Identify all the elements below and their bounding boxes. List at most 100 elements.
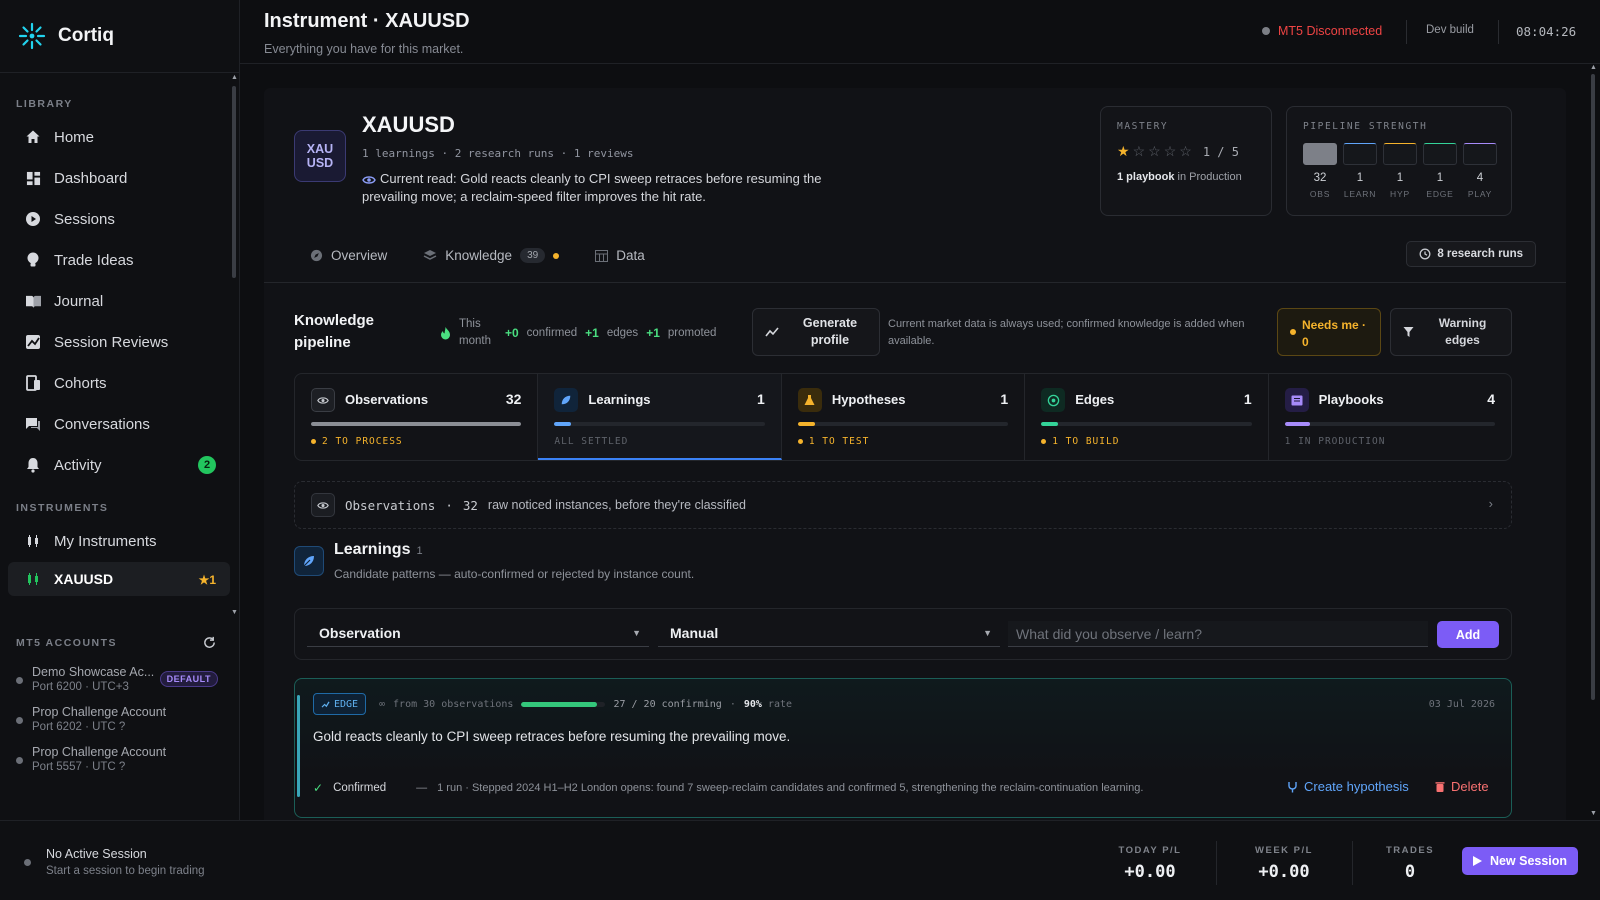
observations-row-desc: raw noticed instances, before they're cl… <box>487 498 746 512</box>
progress-fill <box>797 422 815 426</box>
sidebar-item-label: Home <box>54 128 95 146</box>
sidebar-divider <box>0 72 239 73</box>
star-empty-icon: ☆ <box>1163 143 1177 159</box>
strength-value: 1 <box>1396 172 1404 184</box>
week-pl: WEEK P/L +0.00 <box>1244 845 1324 882</box>
sidebar-item-sessions[interactable]: Sessions <box>8 200 230 238</box>
star-empty-icon: ☆ <box>1179 143 1192 159</box>
add-button[interactable]: Add <box>1437 621 1499 648</box>
edge-badge-label: EDGE <box>334 698 359 710</box>
mt5-account-item[interactable]: Prop Challenge Account Port 6202 · UTC ? <box>0 705 238 733</box>
playbook-status: in Production <box>1174 171 1242 183</box>
pipeline-strength-cell: 1 HYP <box>1383 143 1417 199</box>
stage-learnings[interactable]: Learnings 1 ALL SETTLED <box>538 374 782 460</box>
sidebar-item-activity[interactable]: Activity 2 <box>8 446 230 484</box>
account-name: Prop Challenge Account <box>32 745 167 759</box>
candles-icon <box>24 532 42 550</box>
mt5-status[interactable]: MT5 Disconnected <box>1262 24 1382 38</box>
pipeline-strength-cell: 1 EDGE <box>1423 143 1457 199</box>
sidebar-scroll-up-arrow[interactable]: ▲ <box>231 74 238 81</box>
warning-edges-button[interactable]: Warning edges <box>1390 308 1512 356</box>
star-filled-icon: ★ <box>1117 143 1130 159</box>
generate-profile-button[interactable]: Generate profile <box>752 308 880 356</box>
strength-box <box>1383 143 1417 165</box>
separator-dot: · <box>445 497 453 513</box>
sidebar-scroll-down-arrow[interactable]: ▼ <box>231 609 238 616</box>
edge-date: 03 Jul 2026 <box>1428 699 1495 710</box>
stage-progress-bar <box>554 422 765 426</box>
stage-count: 4 <box>1487 391 1496 407</box>
mastery-playbook: 1 playbook in Production <box>1117 171 1242 183</box>
sidebar-item-dashboard[interactable]: Dashboard <box>8 159 230 197</box>
stage-edges[interactable]: Edges 1 1 TO BUILD <box>1025 374 1269 460</box>
cohorts-icon <box>24 374 42 392</box>
sidebar-item-trade-ideas[interactable]: Trade Ideas <box>8 241 230 279</box>
eye-icon <box>362 175 376 184</box>
strength-label: OBS <box>1309 189 1331 199</box>
eye-icon <box>311 493 335 517</box>
stage-status-text: 1 TO BUILD <box>1052 436 1120 447</box>
pipeline-strength-card: PIPELINE STRENGTH 32 OBS 1 LEARN 1 HYP 1 EDGE 4 P… <box>1286 106 1512 216</box>
sidebar-item-label: Conversations <box>54 415 150 433</box>
pipeline-strength-row: 32 OBS 1 LEARN 1 HYP 1 EDGE 4 PLAY <box>1303 143 1497 199</box>
tab-data[interactable]: Data <box>595 248 645 263</box>
chevron-down-icon: ▼ <box>983 628 992 638</box>
stage-status-text: ALL SETTLED <box>554 436 629 447</box>
this-month-line: This <box>459 318 481 330</box>
needs-me-button[interactable]: Needs me · 0 <box>1277 308 1381 356</box>
edge-card[interactable]: EDGE ∞ from 30 observations 27 / 20 conf… <box>294 678 1512 818</box>
stage-playbooks[interactable]: Playbooks 4 1 IN PRODUCTION <box>1269 374 1511 460</box>
clock: 08:04:26 <box>1516 24 1577 39</box>
strength-value: 4 <box>1476 172 1484 184</box>
observations-row[interactable]: Observations · 32 raw noticed instances,… <box>294 481 1512 529</box>
create-hypothesis-button[interactable]: Create hypothesis <box>1287 779 1409 794</box>
tab-knowledge[interactable]: Knowledge 39 <box>423 248 560 263</box>
stage-name: Playbooks <box>1318 392 1384 407</box>
tab-overview[interactable]: Overview <box>310 248 387 263</box>
star-empty-icon: ☆ <box>1132 143 1146 159</box>
current-read-text: Current read: Gold reacts cleanly to CPI… <box>362 171 822 204</box>
brand[interactable]: Cortiq <box>18 22 114 50</box>
edge-badge: EDGE <box>313 693 367 715</box>
mastery-star-badge: ★1 <box>198 573 216 587</box>
button-line: Generate <box>802 316 858 330</box>
refresh-icon[interactable] <box>203 636 216 649</box>
kpi-divider <box>1352 841 1353 885</box>
new-session-button[interactable]: New Session <box>1462 847 1578 875</box>
tab-bar: Overview Knowledge 39 Data <box>310 248 645 263</box>
stage-hypotheses[interactable]: Hypotheses 1 1 TO TEST <box>782 374 1026 460</box>
main-scroll-down-arrow[interactable]: ▼ <box>1590 810 1597 817</box>
sidebar-item-xauusd[interactable]: XAUUSD ★1 <box>8 562 230 596</box>
mt5-account-item[interactable]: Prop Challenge Account Port 5557 · UTC ? <box>0 745 238 773</box>
app-root: Cortiq LIBRARY Home Dashboard Sessions T… <box>0 0 1600 900</box>
sidebar-item-my-instruments[interactable]: My Instruments <box>8 522 230 560</box>
delete-button[interactable]: Delete <box>1435 779 1489 794</box>
button-line: profile <box>810 333 850 347</box>
type-select[interactable]: Observation ▼ <box>307 621 649 647</box>
sidebar-item-journal[interactable]: Journal <box>8 282 230 320</box>
mt5-account-item[interactable]: Demo Showcase Ac... Port 6200 · UTC+3 DE… <box>0 665 238 693</box>
sidebar-item-conversations[interactable]: Conversations <box>8 405 230 443</box>
observation-input[interactable] <box>1008 621 1428 647</box>
sidebar-scrollbar[interactable] <box>232 86 236 278</box>
observations-row-count: 32 <box>462 497 478 513</box>
promoted-label: promoted <box>667 327 717 339</box>
stage-progress-bar <box>797 422 1009 426</box>
main-scrollbar[interactable] <box>1591 74 1595 700</box>
activity-count-badge: 2 <box>198 456 216 474</box>
pipeline-strength-cell: 4 PLAY <box>1463 143 1497 199</box>
session-status-title: No Active Session <box>46 847 147 861</box>
sidebar-item-home[interactable]: Home <box>8 118 230 156</box>
home-icon <box>24 128 42 146</box>
stage-observations[interactable]: Observations 32 2 TO PROCESS <box>295 374 539 460</box>
sidebar-item-cohorts[interactable]: Cohorts <box>8 364 230 402</box>
edge-accent-bar <box>297 695 300 797</box>
mt5-accounts-label: MT5 ACCOUNTS <box>16 636 118 649</box>
edge-from: from 30 observations <box>393 699 514 710</box>
source-select[interactable]: Manual ▼ <box>658 621 1000 647</box>
progress-fill <box>1041 422 1059 426</box>
research-runs-button[interactable]: 8 research runs <box>1406 241 1536 267</box>
main-scroll-up-arrow[interactable]: ▲ <box>1590 64 1597 71</box>
button-line: 0 <box>1302 335 1309 349</box>
sidebar-item-session-reviews[interactable]: Session Reviews <box>8 323 230 361</box>
